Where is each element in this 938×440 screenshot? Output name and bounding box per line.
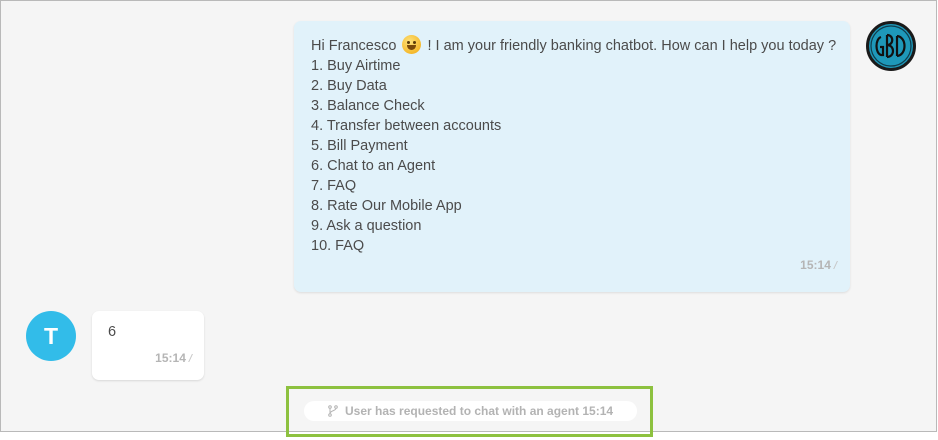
bot-message-bubble: Hi Francesco ! I am your friendly bankin… — [294, 21, 850, 292]
bot-message-timestamp: 15:14// — [800, 255, 837, 276]
bank-logo-icon — [870, 25, 912, 67]
menu-item: 8. Rate Our Mobile App — [311, 198, 462, 214]
bot-greeting: Hi Francesco ! I am your friendly bankin… — [311, 35, 837, 56]
menu-item: 7. FAQ — [311, 178, 357, 194]
menu-item: 10. FAQ — [311, 238, 365, 254]
menu-item: 4. Transfer between accounts — [311, 118, 502, 134]
user-message-text: 6 — [108, 324, 117, 340]
menu-item: 5. Bill Payment — [311, 138, 408, 154]
bot-time-text: 15:14 — [800, 258, 831, 272]
menu-item: 6. Chat to an Agent — [311, 158, 436, 174]
bot-menu-list: 1. Buy Airtime 2. Buy Data 3. Balance Ch… — [311, 56, 834, 256]
user-message-bubble: 6 15:14// — [92, 311, 204, 380]
user-message-timestamp: 15:14// — [155, 351, 192, 365]
user-time-text: 15:14 — [155, 351, 186, 365]
menu-item: 3. Balance Check — [311, 98, 425, 114]
chat-window[interactable]: Hi Francesco ! I am your friendly bankin… — [0, 0, 937, 432]
highlight-annotation-box — [286, 386, 653, 437]
user-avatar: T — [26, 311, 76, 361]
menu-item: 9. Ask a question — [311, 218, 422, 234]
menu-item: 2. Buy Data — [311, 78, 387, 94]
greeting-question: ! I am your friendly banking chatbot. Ho… — [427, 38, 837, 54]
greeting-text: Hi Francesco — [311, 38, 397, 54]
grinning-face-emoji-icon — [402, 35, 422, 54]
menu-item: 1. Buy Airtime — [311, 58, 401, 74]
bot-avatar — [866, 21, 916, 71]
